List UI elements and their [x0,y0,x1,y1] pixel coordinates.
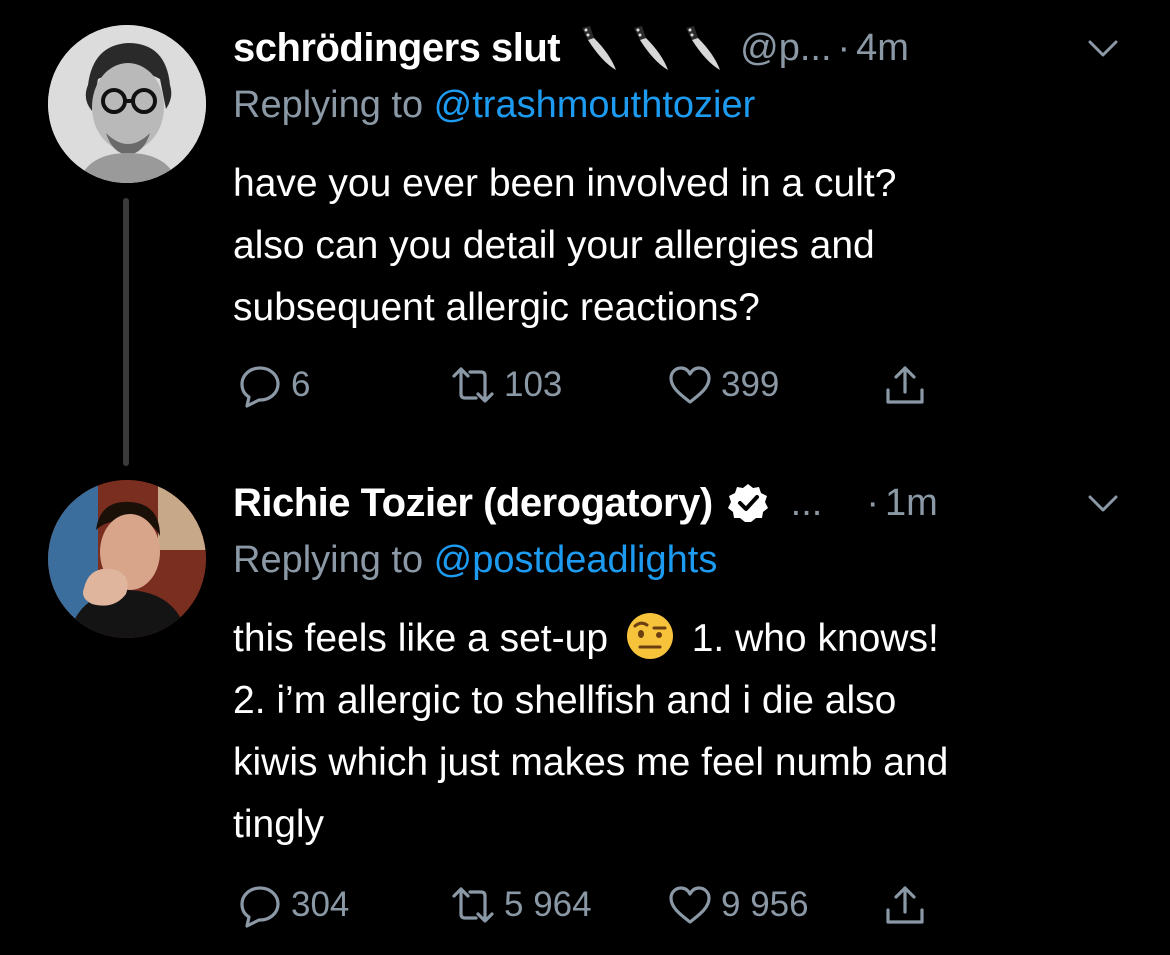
like-button[interactable]: 399 [667,360,779,410]
tweet-text-line: kiwis which just makes me feel numb and [233,741,949,784]
tweet-text: have you ever been involved in a cult? a… [233,153,1130,339]
chevron-down-icon[interactable] [1084,29,1122,67]
separator-dot: · [866,481,879,524]
reply-count: 304 [291,885,350,924]
replying-to-handle-link[interactable]: @postdeadlights [434,539,718,581]
share-icon [886,886,924,924]
tweet-text-line: tingly [233,803,325,846]
replying-to-handle-link[interactable]: @trashmouthtozier [434,84,756,126]
separator-dot: · [837,26,851,69]
replying-to: Replying to @trashmouthtozier [233,84,755,127]
replying-to-label: Replying to [233,539,434,581]
reply-count: 6 [291,365,311,404]
retweet-count: 5 964 [504,885,592,924]
handle[interactable]: @p... [740,27,831,70]
display-name[interactable]: schrödingers slut [233,26,561,71]
handle[interactable]: ... [791,482,823,525]
name-emoji-group [578,24,722,72]
reply-icon [240,366,280,408]
tweet-actions: 6 103 399 [237,360,957,410]
tweet-text-segment: this feels like a set-up [233,617,609,660]
tweet-text-line: also can you detail your allergies and [233,224,875,267]
retweet-button[interactable]: 103 [450,360,562,410]
share-icon [886,366,924,404]
timestamp[interactable]: 4m [856,27,909,70]
chevron-down-icon[interactable] [1084,484,1122,522]
like-button[interactable]: 9 956 [667,880,809,930]
heart-icon [669,366,711,404]
replying-to-label: Replying to [233,84,434,126]
tweet-actions: 304 5 964 9 956 [237,880,957,930]
retweet-icon [452,887,494,923]
tweet-text-line: subsequent allergic reactions? [233,286,760,329]
verified-badge-icon [727,482,769,524]
avatar-image [48,480,206,638]
retweet-icon [452,367,494,403]
tweet-text: this feels like a set-up 1. who knows! 2… [233,608,1130,856]
tweet-2[interactable]: Richie Tozier (derogatory) ... · 1m Repl… [0,470,1170,955]
replying-to: Replying to @postdeadlights [233,539,717,582]
knife-icon [582,26,617,70]
avatar[interactable] [48,480,206,638]
heart-icon [669,886,711,924]
reply-button[interactable]: 304 [237,880,349,930]
tweet-header: schrödingers slut @p... · 4m [233,18,1122,78]
thread-line [123,198,129,466]
like-count: 399 [721,365,780,404]
display-name[interactable]: Richie Tozier (derogatory) [233,481,713,526]
like-count: 9 956 [721,885,809,924]
knife-icon [634,26,669,70]
avatar-image [48,25,206,183]
raised-eyebrow-emoji-icon [625,611,675,661]
tweet-1[interactable]: schrödingers slut @p... · 4m Replying to… [0,0,1170,470]
retweet-count: 103 [504,365,563,404]
reply-button[interactable]: 6 [237,360,310,410]
reply-icon [240,886,280,928]
share-button[interactable] [882,880,928,930]
avatar[interactable] [48,25,206,183]
knife-icon [686,26,721,70]
tweet-text-line: have you ever been involved in a cult? [233,162,897,205]
tweet-text-line: 2. i’m allergic to shellfish and i die a… [233,679,897,722]
retweet-button[interactable]: 5 964 [450,880,592,930]
tweet-header: Richie Tozier (derogatory) ... · 1m [233,473,1122,533]
tweet-text-line: this feels like a set-up 1. who knows! [233,608,1130,670]
timestamp[interactable]: 1m [885,482,938,525]
tweet-text-segment: 1. who knows! [691,617,939,660]
share-button[interactable] [882,360,928,410]
